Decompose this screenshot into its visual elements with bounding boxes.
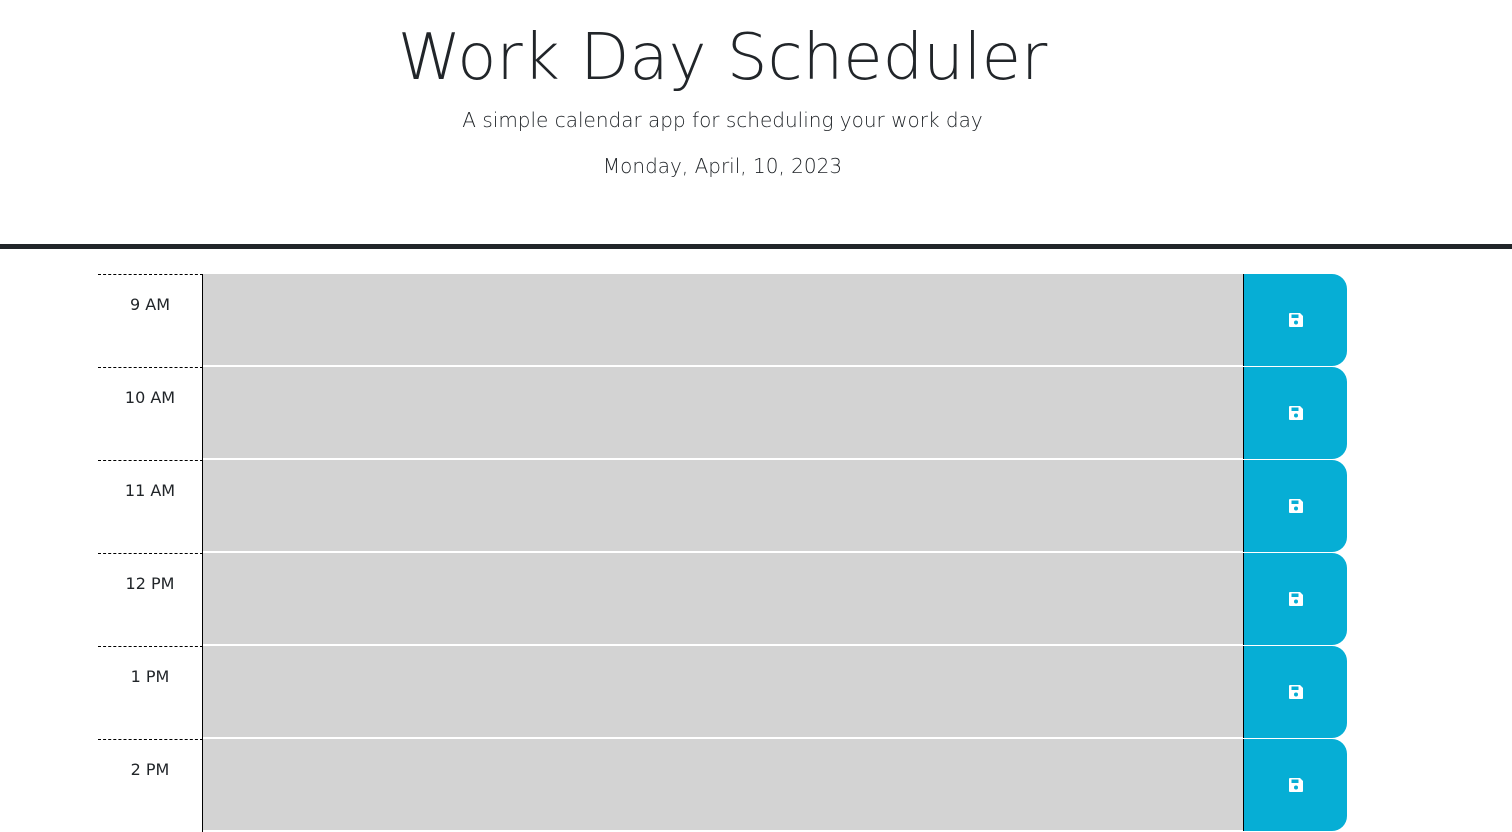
hour-label: 12 PM bbox=[98, 553, 203, 646]
time-block-2pm: 2 PM bbox=[98, 739, 1348, 832]
description-textarea[interactable] bbox=[203, 553, 1243, 645]
hour-label: 1 PM bbox=[98, 646, 203, 739]
description-textarea[interactable] bbox=[203, 274, 1243, 366]
floppy-disk-icon bbox=[1288, 405, 1304, 421]
description-textarea[interactable] bbox=[203, 646, 1243, 738]
time-block-12pm: 12 PM bbox=[98, 553, 1348, 646]
hour-label: 2 PM bbox=[98, 739, 203, 832]
floppy-disk-icon bbox=[1288, 591, 1304, 607]
save-button[interactable] bbox=[1243, 553, 1347, 645]
floppy-disk-icon bbox=[1288, 312, 1304, 328]
time-block-10am: 10 AM bbox=[98, 367, 1348, 460]
floppy-disk-icon bbox=[1288, 684, 1304, 700]
save-button[interactable] bbox=[1243, 646, 1347, 738]
page-subtitle: A simple calendar app for scheduling you… bbox=[462, 108, 983, 132]
hour-label: 11 AM bbox=[98, 460, 203, 553]
time-block-9am: 9 AM bbox=[98, 274, 1348, 367]
floppy-disk-icon bbox=[1288, 498, 1304, 514]
hour-label: 10 AM bbox=[98, 367, 203, 460]
hour-label: 9 AM bbox=[98, 274, 203, 367]
schedule-container: 9 AM 10 AM 11 AM 12 PM 1 PM 2 PM bbox=[98, 274, 1348, 832]
description-textarea[interactable] bbox=[203, 460, 1243, 552]
description-textarea[interactable] bbox=[203, 739, 1243, 831]
save-button[interactable] bbox=[1243, 274, 1347, 366]
current-day: Monday, April, 10, 2023 bbox=[602, 154, 843, 178]
save-button[interactable] bbox=[1243, 367, 1347, 459]
time-block-1pm: 1 PM bbox=[98, 646, 1348, 739]
description-textarea[interactable] bbox=[203, 367, 1243, 459]
save-button[interactable] bbox=[1243, 739, 1347, 831]
time-block-11am: 11 AM bbox=[98, 460, 1348, 553]
floppy-disk-icon bbox=[1288, 777, 1304, 793]
header: Work Day Scheduler A simple calendar app… bbox=[0, 0, 1512, 249]
page-title: Work Day Scheduler bbox=[397, 21, 1048, 95]
save-button[interactable] bbox=[1243, 460, 1347, 552]
